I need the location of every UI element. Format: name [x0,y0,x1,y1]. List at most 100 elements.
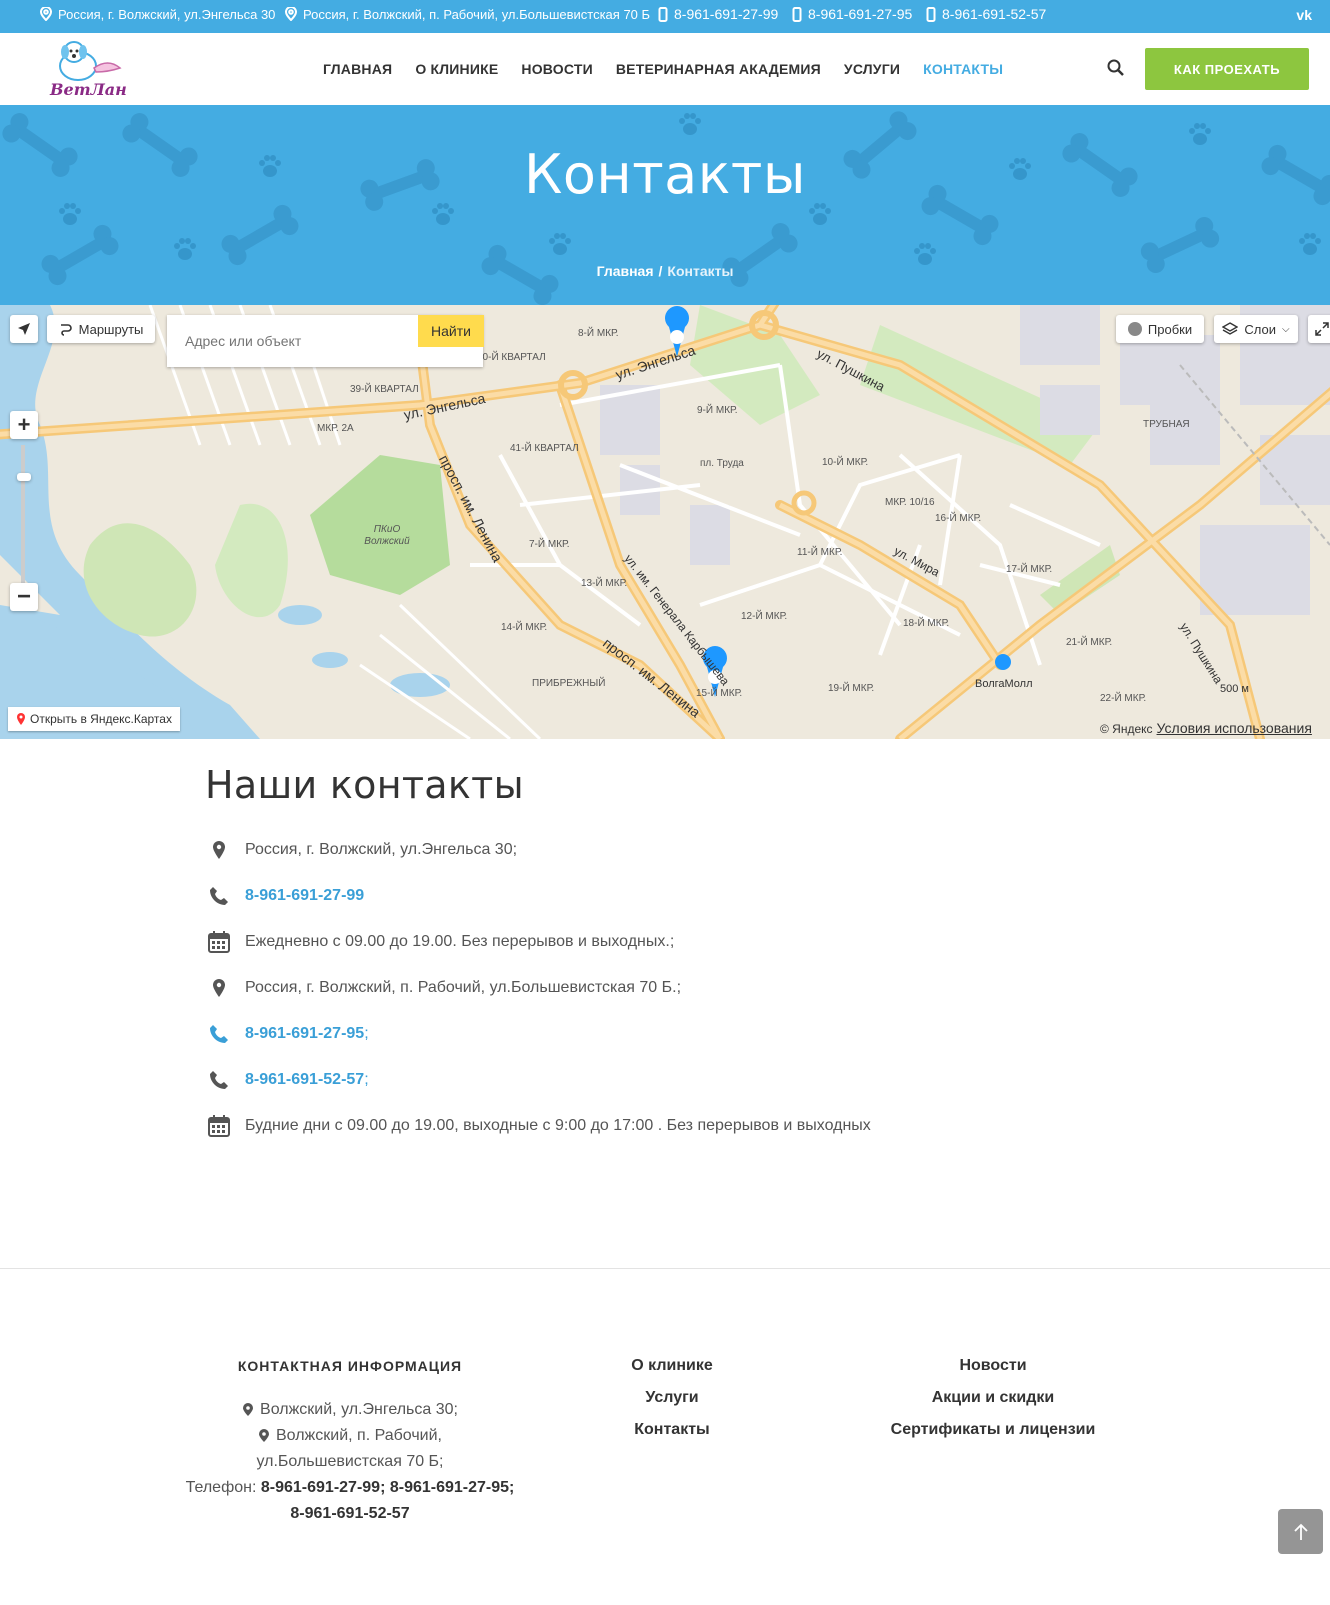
footer-phone-1[interactable]: 8-961-691-27-99; [261,1479,386,1496]
traffic-button[interactable]: Пробки [1116,315,1204,343]
topbar-phone-2[interactable]: 8-961-691-27-95 [792,0,912,28]
nav-services[interactable]: УСЛУГИ [844,61,900,77]
vk-icon[interactable]: vk [1296,7,1312,23]
footer-link-about[interactable]: О клинике [522,1357,822,1389]
calendar-icon [205,928,233,956]
map-pin-icon [259,1428,269,1442]
location-arrow-icon [18,323,30,335]
map-label: 8-Й МКР. [578,328,619,339]
chevron-down-icon: ⌵ [1282,323,1290,335]
contact-hours-2: Будние дни с 09.00 до 19.00, выходные с … [245,1117,871,1134]
footer-divider [0,1268,1330,1269]
map-canvas[interactable] [0,305,1330,739]
footer-links-col-3: Новости Акции и скидки Сертификаты и лиц… [843,1357,1143,1453]
footer-phone-label: Телефон: [185,1479,257,1496]
layers-icon [1222,322,1239,335]
traffic-label: Пробки [1147,321,1193,337]
contact-item: Россия, г. Волжский, ул.Энгельса 30; [205,835,517,865]
map-label: 17-Й МКР. [1006,564,1053,575]
mobile-phone-icon [792,6,802,22]
layers-label: Слои [1244,321,1277,337]
page-title: Контакты [524,143,806,206]
footer-link-contacts[interactable]: Контакты [522,1421,822,1453]
layers-button[interactable]: Слои ⌵ [1214,315,1298,343]
footer-links-col-2: О клинике Услуги Контакты [522,1357,822,1453]
map-label: 16-Й МКР. [935,513,982,524]
yandex-map[interactable]: 8-Й МКР. 40-Й КВАРТАЛ 39-Й КВАРТАЛ МКР. … [0,305,1330,739]
footer-link-news[interactable]: Новости [843,1357,1143,1389]
routes-button[interactable]: Маршруты [47,315,155,343]
footer-link-promos[interactable]: Акции и скидки [843,1389,1143,1421]
phone-icon [205,882,233,910]
mobile-phone-icon [658,6,668,22]
map-find-button[interactable]: Найти [418,315,484,347]
map-search-input[interactable] [167,315,417,367]
search-icon[interactable] [1106,58,1126,78]
footer-contact-info: КОНТАКТНАЯ ИНФОРМАЦИЯ Волжский, ул.Энгел… [180,1353,520,1527]
contact-item: 8-961-691-27-99 [205,881,364,911]
map-label: 11-Й МКР. [797,547,843,558]
map-pin-icon [243,1402,254,1416]
contact-item: Россия, г. Волжский, п. Рабочий, ул.Боль… [205,973,681,1003]
map-search-box: Найти [167,315,484,367]
fullscreen-icon[interactable] [1308,315,1330,343]
phone-icon [205,1066,233,1094]
map-scale-value: 500 м [1220,683,1249,695]
topbar-address-2-text: Россия, г. Волжский, п. Рабочий, ул.Боль… [303,6,651,22]
nav-contacts[interactable]: КОНТАКТЫ [923,61,1003,77]
map-label: 10-Й МКР. [822,457,869,468]
footer-phones: Телефон: 8-961-691-27-99; 8-961-691-27-9… [180,1475,520,1501]
footer-phone-3[interactable]: 8-961-691-52-57 [290,1505,409,1522]
page-banner: Контакты Главная / Контакты [0,105,1330,305]
topbar-phone-1-text: 8-961-691-27-99 [674,6,779,22]
contact-phone-2-link[interactable]: 8-961-691-27-95 [245,1025,364,1043]
topbar-phone-1[interactable]: 8-961-691-27-99 [658,0,778,28]
map-label: 19-Й МКР. [828,683,875,694]
site-logo[interactable]: ВетЛана [46,38,137,100]
nav-home[interactable]: ГЛАВНАЯ [323,61,392,77]
contacts-title: Наши контакты [205,763,524,807]
map-label: МКР. 10/16 [885,497,935,508]
topbar-address-2[interactable]: Россия, г. Волжский, п. Рабочий, ул.Боль… [285,0,650,28]
map-pin-icon [205,836,233,864]
breadcrumb-home[interactable]: Главная [597,263,654,279]
map-label: 12-Й МКР. [741,611,788,622]
topbar-address-1[interactable]: Россия, г. Волжский, ул.Энгельса 30 [40,0,275,28]
map-label: 14-Й МКР. [501,622,548,633]
phone-icon [205,1020,233,1048]
map-terms-link[interactable]: Условия использования [1157,720,1312,736]
scroll-to-top-button[interactable] [1278,1509,1323,1554]
contact-phone-2-suffix: ; [364,1025,369,1042]
map-label: ВолгаМолл [975,678,1033,690]
map-label: 18-Й МКР. [903,618,950,629]
map-label: 39-Й КВАРТАЛ [350,384,419,395]
yandex-pin-icon [17,713,25,725]
map-scale: 500 м [1220,683,1249,695]
open-in-yandex-maps-link[interactable]: Открыть в Яндекс.Картах [8,707,180,731]
nav-about[interactable]: О КЛИНИКЕ [415,61,498,77]
footer-address-2: Волжский, п. Рабочий, [180,1423,520,1449]
site-header: ВетЛана ГЛАВНАЯ О КЛИНИКЕ НОВОСТИ ВЕТЕРИ… [0,33,1330,105]
footer-phone-2[interactable]: 8-961-691-27-95; [390,1479,515,1496]
nav-news[interactable]: НОВОСТИ [521,61,592,77]
zoom-slider-handle[interactable] [17,473,31,481]
calendar-icon [205,1112,233,1140]
footer-link-certificates[interactable]: Сертификаты и лицензии [843,1421,1143,1453]
geolocation-button[interactable] [10,315,38,343]
top-bar: Россия, г. Волжский, ул.Энгельса 30 Росс… [0,0,1330,33]
zoom-out-icon[interactable]: − [10,583,38,611]
contact-phone-3-link[interactable]: 8-961-691-52-57 [245,1071,364,1089]
contact-phone-1-link[interactable]: 8-961-691-27-99 [245,887,364,905]
how-to-get-button[interactable]: КАК ПРОЕХАТЬ [1145,48,1309,90]
logo-dog-icon: ВетЛана [49,41,137,99]
map-label: МКР. 2А [317,423,354,434]
nav-academy[interactable]: ВЕТЕРИНАРНАЯ АКАДЕМИЯ [616,61,821,77]
mobile-phone-icon [926,6,936,22]
footer-address-1: Волжский, ул.Энгельса 30; [180,1397,520,1423]
map-label: пл. Труда [700,458,744,469]
footer-address-1-text: Волжский, ул.Энгельса 30; [260,1401,458,1418]
zoom-in-icon[interactable]: + [10,411,38,439]
contact-phone-3-suffix: ; [364,1071,369,1088]
footer-link-services[interactable]: Услуги [522,1389,822,1421]
topbar-phone-3[interactable]: 8-961-691-52-57 [926,0,1046,28]
